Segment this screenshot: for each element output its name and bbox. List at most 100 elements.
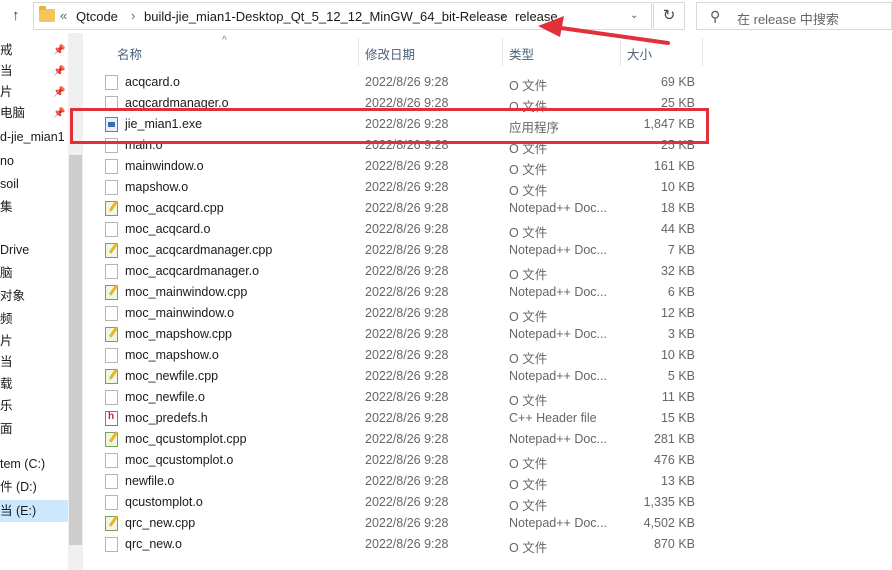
file-name: mainwindow.o <box>125 159 204 173</box>
sidebar-item[interactable]: Drive <box>0 239 29 261</box>
file-row[interactable]: qcustomplot.o 2022/8/26 9:28 O 文件 1,335 KB <box>100 492 720 513</box>
column-divider[interactable] <box>620 38 621 66</box>
sidebar-item[interactable]: 脑 <box>0 262 13 284</box>
file-name: qcustomplot.o <box>125 495 203 509</box>
file-row[interactable]: moc_acqcard.o 2022/8/26 9:28 O 文件 44 KB <box>100 219 720 240</box>
file-date: 2022/8/26 9:28 <box>365 180 449 194</box>
file-date: 2022/8/26 9:28 <box>365 75 449 89</box>
file-row[interactable]: moc_newfile.cpp 2022/8/26 9:28 Notepad++ D… <box>100 366 720 387</box>
sidebar-item[interactable]: 片 <box>0 81 13 103</box>
notepadpp-file-icon <box>105 243 118 258</box>
file-row[interactable]: moc_mapshow.cpp 2022/8/26 9:28 Notepad++ D… <box>100 324 720 345</box>
file-name: moc_acqcard.cpp <box>125 201 224 215</box>
sidebar-item[interactable]: 电脑 <box>0 102 25 124</box>
file-row[interactable]: acqcard.o 2022/8/26 9:28 O 文件 69 KB <box>100 72 720 93</box>
file-name: moc_newfile.o <box>125 390 205 404</box>
file-row[interactable]: moc_mapshow.o 2022/8/26 9:28 O 文件 10 KB <box>100 345 720 366</box>
file-type: Notepad++ Doc... <box>509 432 607 446</box>
sidebar-item[interactable]: 面 <box>0 418 13 440</box>
notepadpp-file-icon <box>105 516 118 531</box>
file-type: O 文件 <box>509 184 548 198</box>
file-name: moc_qcustomplot.o <box>125 453 234 467</box>
highlight-box <box>70 108 709 144</box>
file-date: 2022/8/26 9:28 <box>365 285 449 299</box>
file-size: 15 KB <box>660 411 695 425</box>
file-row[interactable]: moc_acqcardmanager.o 2022/8/26 9:28 O 文件 32… <box>100 261 720 282</box>
chevron-right-icon[interactable]: › <box>501 8 505 23</box>
sidebar-item[interactable]: 当 <box>0 60 13 82</box>
notepadpp-file-icon <box>105 327 118 342</box>
sidebar-item[interactable]: tem (C:) <box>0 453 45 475</box>
sidebar-item[interactable]: no <box>0 150 14 172</box>
file-row[interactable]: moc_mainwindow.cpp 2022/8/26 9:28 Notepad+… <box>100 282 720 303</box>
file-date: 2022/8/26 9:28 <box>365 474 449 488</box>
file-name: moc_mapshow.o <box>125 348 219 362</box>
header-file-icon <box>105 411 118 426</box>
file-icon <box>105 75 118 90</box>
column-header-size[interactable]: 大小 <box>627 44 652 63</box>
file-date: 2022/8/26 9:28 <box>365 453 449 467</box>
arrow-up-icon[interactable]: ↑ <box>12 8 28 24</box>
file-type: Notepad++ Doc... <box>509 201 607 215</box>
file-name: moc_qcustomplot.cpp <box>125 432 247 446</box>
file-date: 2022/8/26 9:28 <box>365 369 449 383</box>
file-name: acqcard.o <box>125 75 180 89</box>
file-size: 281 KB <box>653 432 695 446</box>
sidebar-item[interactable]: 载 <box>0 373 13 395</box>
breadcrumb-build[interactable]: build-jie_mian1-Desktop_Qt_5_12_12_MinGW… <box>144 9 508 24</box>
file-name: moc_mapshow.cpp <box>125 327 233 341</box>
sidebar-item[interactable]: 片 <box>0 330 13 352</box>
search-input[interactable]: ⚲ 在 release 中搜索 <box>696 2 892 30</box>
file-row[interactable]: moc_acqcardmanager.cpp 2022/8/26 9:28 Note… <box>100 240 720 261</box>
file-row[interactable]: moc_qcustomplot.o 2022/8/26 9:28 O 文件 476 K… <box>100 450 720 471</box>
file-row[interactable]: moc_acqcard.cpp 2022/8/26 9:28 Notepad++ D… <box>100 198 720 219</box>
sidebar-scrollbar-thumb[interactable] <box>69 155 82 545</box>
file-row[interactable]: mapshow.o 2022/8/26 9:28 O 文件 10 KB <box>100 177 720 198</box>
file-row[interactable]: moc_newfile.o 2022/8/26 9:28 O 文件 11 KB <box>100 387 720 408</box>
file-row[interactable]: newfile.o 2022/8/26 9:28 O 文件 13 KB <box>100 471 720 492</box>
file-size: 161 KB <box>653 159 695 173</box>
sidebar-item[interactable]: d-jie_mian1 <box>0 126 65 148</box>
sidebar-item[interactable]: 戒 <box>0 39 13 61</box>
breadcrumb-qtcode[interactable]: Qtcode <box>76 9 118 24</box>
column-header-name[interactable]: 名称 <box>117 44 142 63</box>
file-type: O 文件 <box>509 79 548 93</box>
file-name: moc_newfile.cpp <box>125 369 219 383</box>
file-row[interactable]: moc_predefs.h 2022/8/26 9:28 C++ Header fi… <box>100 408 720 429</box>
sidebar-item[interactable]: 乐 <box>0 395 13 417</box>
sidebar-item[interactable]: 对象 <box>0 285 25 307</box>
column-divider[interactable] <box>358 38 359 66</box>
file-size: 32 KB <box>660 264 695 278</box>
file-icon <box>105 348 118 363</box>
breadcrumb-overflow[interactable]: « <box>60 8 67 23</box>
file-date: 2022/8/26 9:28 <box>365 390 449 404</box>
file-type: O 文件 <box>509 310 548 324</box>
column-header-date[interactable]: 修改日期 <box>365 44 415 63</box>
sidebar-item[interactable]: 件 (D:) <box>0 476 37 498</box>
notepadpp-file-icon <box>105 285 118 300</box>
file-name: qrc_new.cpp <box>125 516 196 530</box>
sidebar-item[interactable]: 当 (E:) <box>0 500 68 522</box>
column-divider[interactable] <box>502 38 503 66</box>
file-size: 6 KB <box>667 285 695 299</box>
sidebar-item[interactable]: 当 <box>0 351 13 373</box>
file-size: 12 KB <box>660 306 695 320</box>
sidebar-item[interactable]: 集 <box>0 196 13 218</box>
file-size: 11 KB <box>661 390 695 404</box>
file-row[interactable]: mainwindow.o 2022/8/26 9:28 O 文件 161 KB <box>100 156 720 177</box>
file-row[interactable]: qrc_new.cpp 2022/8/26 9:28 Notepad++ Doc..… <box>100 513 720 534</box>
file-row[interactable]: qrc_new.o 2022/8/26 9:28 O 文件 870 KB <box>100 534 720 555</box>
file-size: 7 KB <box>667 243 695 257</box>
column-divider[interactable] <box>702 38 703 66</box>
file-icon <box>105 180 118 195</box>
sidebar-item[interactable]: 频 <box>0 308 13 330</box>
sidebar-item[interactable]: soil <box>0 173 19 195</box>
file-row[interactable]: moc_mainwindow.o 2022/8/26 9:28 O 文件 12 KB <box>100 303 720 324</box>
file-size: 13 KB <box>660 474 695 488</box>
chevron-right-icon[interactable]: › <box>131 8 135 23</box>
file-type: O 文件 <box>509 541 548 555</box>
column-header-type[interactable]: 类型 <box>509 44 534 63</box>
file-row[interactable]: moc_qcustomplot.cpp 2022/8/26 9:28 Notepad… <box>100 429 720 450</box>
file-name: moc_mainwindow.o <box>125 306 235 320</box>
file-date: 2022/8/26 9:28 <box>365 432 449 446</box>
